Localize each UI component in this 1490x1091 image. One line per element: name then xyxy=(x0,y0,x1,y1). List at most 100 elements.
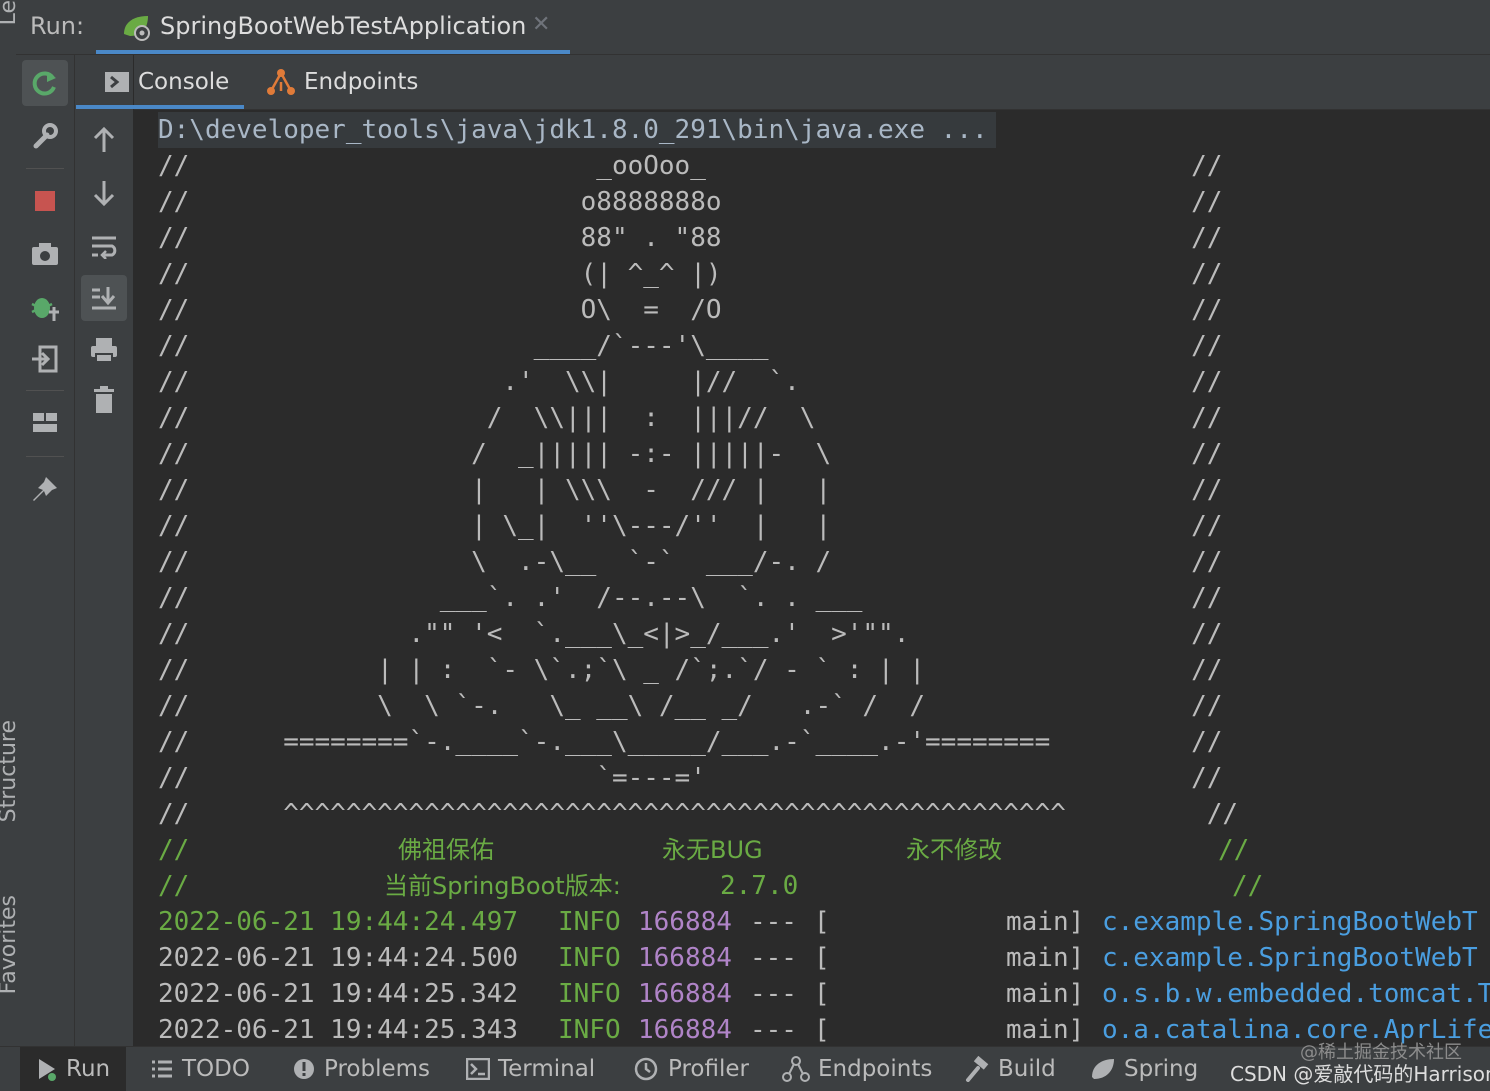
log-thread: main] xyxy=(1006,979,1085,1009)
banner-line: // ___`. .' /--.--\ `. . ___ // xyxy=(158,583,1223,613)
version-prefix: // xyxy=(158,871,190,901)
blessing-line: // 佛祖保佑 永无BUG 永不修改 // xyxy=(158,832,1249,868)
log-timestamp: 2022-06-21 19:44:25.343 xyxy=(158,1015,519,1045)
banner-line: // \ .-\__ `-` ___/-. / // xyxy=(158,547,1223,577)
banner-line: // | \_| ''\---/'' | | // xyxy=(158,511,1223,541)
log-thread: main] xyxy=(1006,907,1085,937)
log-bracket: [ xyxy=(814,1015,830,1045)
run-play-icon xyxy=(36,1057,58,1081)
soft-wrap-icon[interactable] xyxy=(81,223,127,269)
log-timestamp: 2022-06-21 19:44:25.342 xyxy=(158,979,519,1009)
stop-icon[interactable] xyxy=(22,178,68,224)
active-tab-indicator xyxy=(96,50,570,54)
log-logger: c.example.SpringBootWebT xyxy=(1102,943,1478,973)
log-level: INFO xyxy=(558,1015,621,1045)
banner-line: // / \\||| : |||// \ // xyxy=(158,403,1223,433)
blessing-item-1: 佛祖保佑 xyxy=(398,836,494,864)
banner-line: // 88" . "88 // xyxy=(158,223,1223,253)
bottom-tab-run[interactable]: Run xyxy=(20,1047,127,1091)
banner-line: // ____/`---'\____ // xyxy=(158,331,1223,361)
log-pid: 166884 xyxy=(638,943,732,973)
banner-line: // ========`-.____`-.___\_____/___.-`___… xyxy=(158,727,1223,757)
log-level: INFO xyxy=(558,907,621,937)
spring-boot-run-icon xyxy=(120,12,154,46)
clear-all-trash-icon[interactable] xyxy=(81,377,127,423)
toolbar-separator xyxy=(26,456,64,457)
log-level: INFO xyxy=(558,943,621,973)
log-timestamp: 2022-06-21 19:44:24.500 xyxy=(158,943,519,973)
tab-console-label: Console xyxy=(138,69,230,95)
log-pid: 166884 xyxy=(638,979,732,1009)
log-sep: --- xyxy=(750,943,797,973)
console-tab-bar: Console Endpoints xyxy=(76,55,1490,110)
bottom-tab-build[interactable]: Build xyxy=(964,1047,1056,1091)
pin-icon[interactable] xyxy=(22,466,68,512)
banner-line: // | | \\\ - /// | | // xyxy=(158,475,1223,505)
spring-leaf-icon xyxy=(1090,1057,1116,1081)
endpoints-icon xyxy=(266,68,296,96)
arrow-down-icon[interactable] xyxy=(81,170,127,216)
log-row: 2022-06-21 19:44:25.343 INFO 166884 --- [mai… xyxy=(158,1012,1490,1046)
banner-line: // .' \\| |// `. // xyxy=(158,367,1223,397)
log-row: 2022-06-21 19:44:25.342 INFO 166884 --- [mai… xyxy=(158,976,1490,1012)
bottom-tab-todo-label: TODO xyxy=(182,1056,250,1082)
run-toolwindow-header: Run: SpringBootWebTestApplication ✕ xyxy=(16,0,1490,55)
arrow-up-icon[interactable] xyxy=(81,117,127,163)
profiler-icon xyxy=(634,1056,660,1082)
log-row: 2022-06-21 19:44:24.497 INFO 166884 --- [mai… xyxy=(158,904,1490,940)
banner-line: // / _||||| -:- |||||- \ // xyxy=(158,439,1223,469)
tab-console-active[interactable]: Console xyxy=(76,55,244,109)
run-tab-title: SpringBootWebTestApplication xyxy=(160,12,527,40)
version-label: 当前SpringBoot版本: xyxy=(384,872,621,900)
bottom-tab-run-label: Run xyxy=(66,1056,111,1082)
bottom-tab-spring-label: Spring xyxy=(1124,1056,1199,1082)
bottom-tab-problems[interactable]: Problems xyxy=(292,1047,430,1091)
todo-list-icon xyxy=(150,1058,174,1080)
camera-icon[interactable] xyxy=(22,231,68,277)
build-hammer-icon xyxy=(964,1056,990,1082)
version-suffix: // xyxy=(1232,871,1264,901)
log-pid: 166884 xyxy=(638,907,732,937)
blessing-item-2: 永无BUG xyxy=(662,836,763,864)
modify-run-config-wrench-icon[interactable] xyxy=(22,113,68,159)
debug-bug-icon[interactable] xyxy=(22,284,68,330)
exit-login-icon[interactable] xyxy=(22,336,68,382)
bottom-tab-build-label: Build xyxy=(998,1056,1056,1082)
run-label: Run: xyxy=(30,12,85,40)
endpoints-bottom-icon xyxy=(782,1056,810,1082)
bottom-tab-profiler[interactable]: Profiler xyxy=(634,1047,749,1091)
log-logger: o.s.b.w.embedded.tomcat.T xyxy=(1102,979,1490,1009)
banner-line: // `=---=' // xyxy=(158,763,1223,793)
close-icon[interactable]: ✕ xyxy=(532,12,550,37)
run-config-tab[interactable]: SpringBootWebTestApplication ✕ xyxy=(96,0,570,54)
bottom-tab-endpoints[interactable]: Endpoints xyxy=(782,1047,932,1091)
log-pid: 166884 xyxy=(638,1015,732,1045)
bottom-tab-spring[interactable]: Spring xyxy=(1090,1047,1198,1091)
banner-line: // | | : `- \`.;`\ _ /`;.`/ - ` : | | // xyxy=(158,655,1223,685)
print-icon[interactable] xyxy=(81,327,127,373)
problems-warning-icon xyxy=(292,1057,316,1081)
banner-line: // ^^^^^^^^^^^^^^^^^^^^^^^^^^^^^^^^^^^^^… xyxy=(158,799,1239,829)
banner-line: // o8888888o // xyxy=(158,187,1223,217)
tab-endpoints-label: Endpoints xyxy=(304,69,419,95)
scroll-to-end-icon[interactable] xyxy=(81,275,127,321)
rerun-icon[interactable] xyxy=(22,60,68,106)
banner-line: // (| ^_^ |) // xyxy=(158,259,1223,289)
console-tab-icon xyxy=(104,71,130,93)
log-sep: --- xyxy=(750,979,797,1009)
layout-icon[interactable] xyxy=(22,400,68,446)
log-bracket: [ xyxy=(814,907,830,937)
blessing-item-3: 永不修改 xyxy=(906,836,1002,864)
console-output[interactable]: D:\developer_tools\java\jdk1.8.0_291\bin… xyxy=(134,110,1490,1046)
version-value: 2.7.0 xyxy=(720,871,799,901)
toolbar-separator xyxy=(26,168,64,169)
bottom-tab-todo[interactable]: TODO xyxy=(150,1047,250,1091)
tab-endpoints[interactable]: Endpoints xyxy=(266,55,418,109)
left-edge-strip: Le Structure Favorites xyxy=(0,0,21,1090)
bottom-tab-profiler-label: Profiler xyxy=(668,1056,749,1082)
banner-line: // ."" '< `.___\_<|>_/___.' >'"". // xyxy=(158,619,1223,649)
run-toolbar-primary xyxy=(16,55,75,1046)
log-logger: c.example.SpringBootWebT xyxy=(1102,907,1478,937)
bottom-tab-terminal[interactable]: Terminal xyxy=(466,1047,595,1091)
log-sep: --- xyxy=(750,1015,797,1045)
